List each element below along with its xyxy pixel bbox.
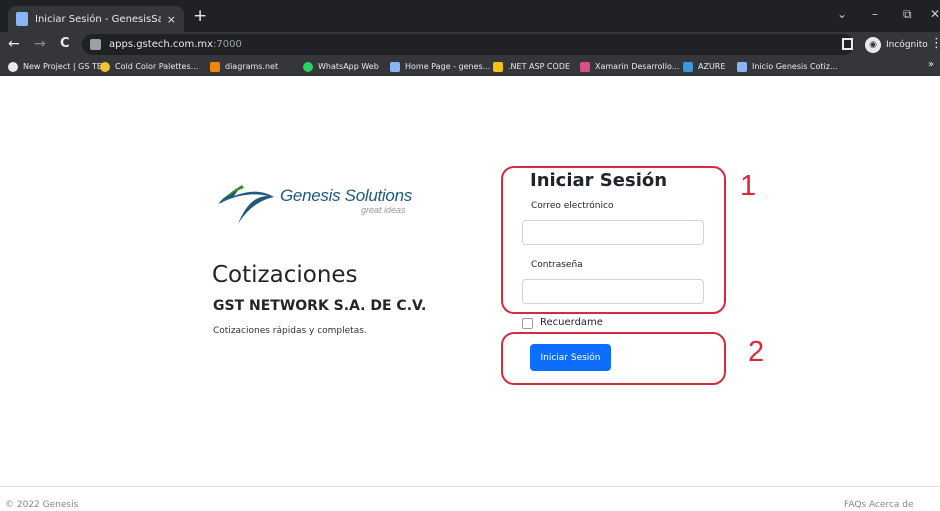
incognito-icon: ◉ — [865, 36, 881, 53]
bookmark-item[interactable]: diagrams.net — [210, 59, 278, 74]
bookmark-item[interactable]: Xamarin Desarrollo... — [580, 59, 679, 74]
page-icon — [16, 12, 28, 26]
page-title: Cotizaciones — [212, 262, 358, 288]
remember-checkbox[interactable] — [522, 318, 533, 329]
bookmarks-overflow-button[interactable]: » — [928, 59, 934, 70]
bookmark-item[interactable]: AZURE — [683, 59, 725, 74]
side-panel-icon[interactable] — [842, 38, 853, 50]
company-name: GST NETWORK S.A. DE C.V. — [213, 298, 427, 314]
page-subtitle: Cotizaciones rápidas y completas. — [213, 326, 367, 336]
bookmark-label: Inicio Genesis Cotiz... — [752, 62, 838, 71]
footer-divider — [0, 486, 940, 487]
bookmark-label: WhatsApp Web — [318, 62, 379, 71]
restore-button[interactable]: ⧉ — [903, 7, 912, 22]
url-port: :7000 — [213, 39, 242, 50]
bookmark-label: AZURE — [698, 62, 726, 71]
annotation-marker-1: 1 — [740, 170, 757, 202]
site-info-icon[interactable] — [90, 39, 101, 50]
azure-icon — [683, 61, 693, 72]
bookmark-item[interactable]: Home Page - genes... — [390, 59, 490, 74]
footer-links[interactable]: FAQs Acerca de — [844, 500, 914, 510]
annotation-box-2 — [501, 332, 726, 385]
bookmark-label: New Project | GS TE... — [23, 62, 110, 71]
forward-button[interactable]: → — [34, 36, 46, 52]
logo-swoosh-icon — [219, 185, 274, 224]
url-host: apps.gstech.com.mx — [109, 39, 214, 50]
bookmark-item[interactable]: Inicio Genesis Cotiz... — [737, 59, 838, 74]
annotation-marker-2: 2 — [748, 336, 765, 368]
annotation-box-1 — [501, 166, 726, 314]
diagrams-icon — [210, 61, 220, 72]
chevron-down-icon[interactable]: ⌄ — [837, 7, 847, 21]
address-bar[interactable]: apps.gstech.com.mx:7000 — [82, 34, 854, 55]
tab-title: Iniciar Sesión - GenesisSalesV4 — [35, 13, 161, 25]
remember-label[interactable]: Recuerdame — [540, 317, 603, 328]
page-icon — [390, 61, 400, 72]
bookmark-label: Cold Color Palettes... — [115, 62, 199, 71]
brand-logo: Genesis Solutions great ideas — [216, 182, 426, 232]
folder-icon — [493, 61, 503, 72]
new-tab-button[interactable]: + — [193, 8, 207, 25]
back-button[interactable]: ← — [8, 36, 20, 52]
reload-button[interactable]: C — [60, 36, 70, 52]
feather-icon — [580, 61, 590, 72]
bookmark-item[interactable]: .NET ASP CODE — [493, 59, 570, 74]
close-icon[interactable]: × — [167, 13, 176, 26]
whatsapp-icon — [303, 61, 313, 72]
brand-name: Genesis Solutions — [280, 186, 412, 205]
palette-icon — [100, 61, 110, 72]
brand-tagline: great ideas — [361, 205, 406, 215]
browser-toolbar: ← → C apps.gstech.com.mx:7000 ◉ Incógnit… — [0, 32, 940, 57]
browser-tab[interactable]: Iniciar Sesión - GenesisSalesV4 × — [8, 6, 184, 32]
incognito-indicator[interactable]: ◉ Incógnito — [865, 35, 928, 54]
bookmarks-bar: New Project | GS TE... Cold Color Palett… — [0, 57, 940, 76]
footer-copyright: © 2022 Genesis — [5, 500, 79, 510]
bookmark-label: .NET ASP CODE — [508, 62, 571, 71]
incognito-label: Incógnito — [886, 39, 928, 50]
minimize-button[interactable]: – — [872, 7, 878, 21]
bookmark-label: Xamarin Desarrollo... — [595, 62, 680, 71]
page-icon — [737, 61, 747, 72]
menu-icon[interactable]: ⋮ — [930, 36, 940, 51]
tab-strip: Iniciar Sesión - GenesisSalesV4 × + ⌄ – … — [0, 0, 940, 32]
window-close-button[interactable]: ✕ — [930, 7, 940, 21]
bookmark-label: diagrams.net — [225, 62, 279, 71]
bookmark-item[interactable]: WhatsApp Web — [303, 59, 379, 74]
bookmark-item[interactable]: Cold Color Palettes... — [100, 59, 198, 74]
globe-icon — [8, 61, 18, 72]
bookmark-item[interactable]: New Project | GS TE... — [8, 59, 110, 74]
bookmark-label: Home Page - genes... — [405, 62, 491, 71]
